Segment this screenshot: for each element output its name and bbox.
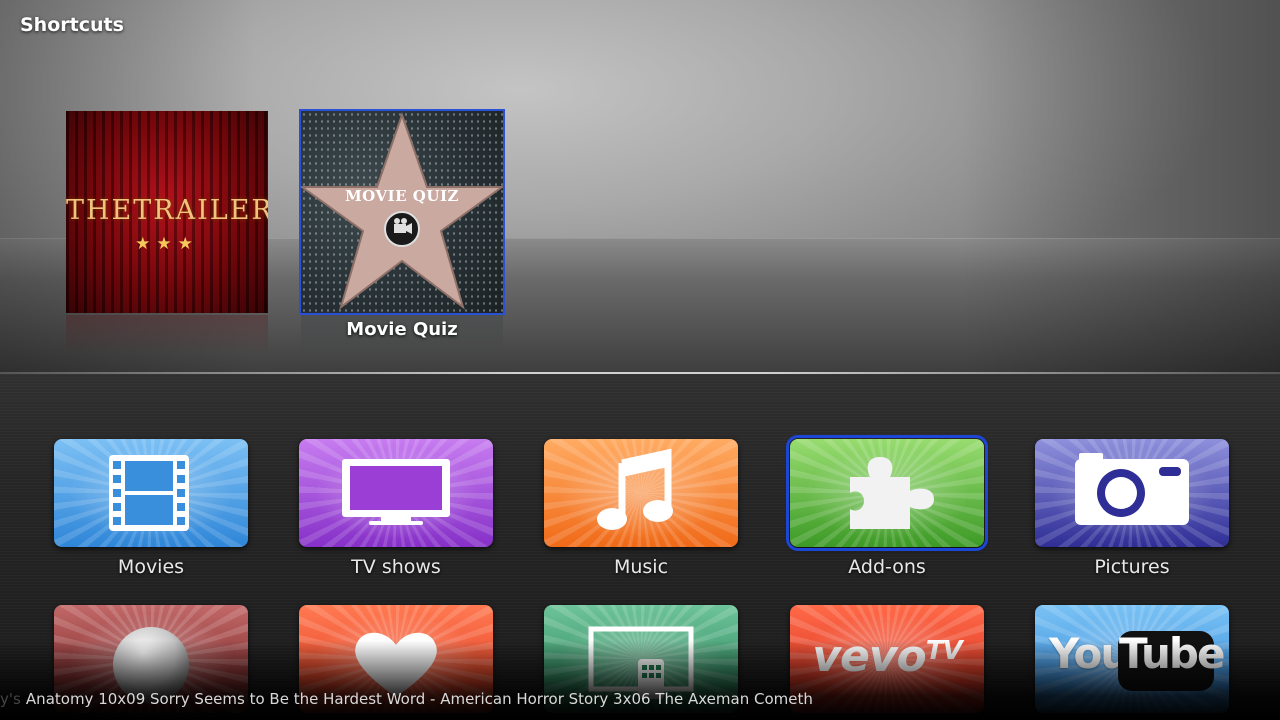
recently-added-ticker: y's Anatomy 10x09 Sorry Seems to Be the … xyxy=(0,689,1280,711)
ticker-lead: y's xyxy=(0,690,21,708)
thetrailers-stars: ★★★ xyxy=(135,234,199,254)
movie-quiz-poster: MOVIE QUIZ xyxy=(299,109,505,315)
shortcut-movie-quiz[interactable]: MOVIE QUIZ xyxy=(299,109,505,355)
star-icon xyxy=(301,111,503,310)
shortcut-label: Movie Quiz xyxy=(346,319,458,340)
camera-icon xyxy=(1075,453,1189,525)
thetrailers-logo-text: THETRAILERS xyxy=(66,195,268,226)
menu-label-tv-shows: TV shows xyxy=(351,556,441,578)
thetrailers-poster: THETRAILERS ★★★ xyxy=(66,111,268,313)
shortcut-thetrailers[interactable]: THETRAILERS ★★★ xyxy=(66,111,268,355)
puzzle-piece-icon xyxy=(850,457,934,529)
menu-tile-movies[interactable] xyxy=(54,439,248,547)
ticker-text: Anatomy 10x09 Sorry Seems to Be the Hard… xyxy=(25,690,813,708)
menu-tile-tv-shows[interactable] xyxy=(299,439,493,547)
page-title: Shortcuts xyxy=(20,14,124,36)
menu-label-music: Music xyxy=(613,556,669,578)
tv-icon xyxy=(342,459,450,525)
menu-tile-music[interactable] xyxy=(544,439,738,547)
reflection xyxy=(66,315,268,355)
movie-quiz-logo-text: MOVIE QUIZ xyxy=(345,187,459,205)
music-note-icon xyxy=(597,448,673,530)
film-strip-icon xyxy=(109,455,189,531)
menu-tile-add-ons[interactable] xyxy=(786,435,988,551)
menu-label-movies: Movies xyxy=(117,556,185,578)
menu-label-pictures: Pictures xyxy=(1094,556,1170,578)
menu-label-add-ons: Add-ons xyxy=(848,556,926,578)
menu-tile-pictures[interactable] xyxy=(1035,439,1229,547)
